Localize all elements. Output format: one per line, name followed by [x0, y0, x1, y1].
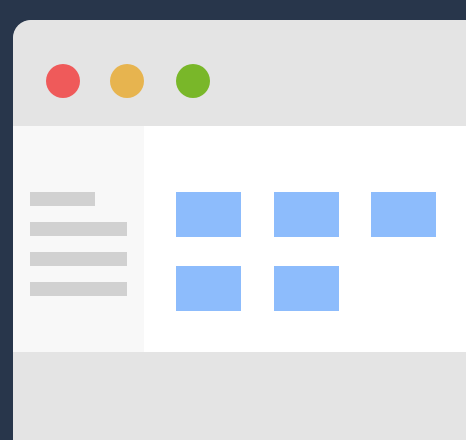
sidebar-item-3 — [30, 252, 127, 266]
close-icon[interactable] — [46, 64, 80, 98]
sidebar-item-4 — [30, 282, 127, 296]
tile-3 — [371, 192, 436, 237]
sidebar — [13, 126, 144, 352]
sidebar-item-2 — [30, 222, 127, 236]
maximize-icon[interactable] — [176, 64, 210, 98]
bottom-bar — [13, 352, 466, 440]
sidebar-item-1 — [30, 192, 95, 206]
tile-4 — [176, 266, 241, 311]
tile-5 — [274, 266, 339, 311]
title-bar — [13, 20, 466, 126]
window-content — [13, 126, 466, 352]
minimize-icon[interactable] — [110, 64, 144, 98]
tile-1 — [176, 192, 241, 237]
tile-2 — [274, 192, 339, 237]
browser-window — [13, 20, 466, 440]
